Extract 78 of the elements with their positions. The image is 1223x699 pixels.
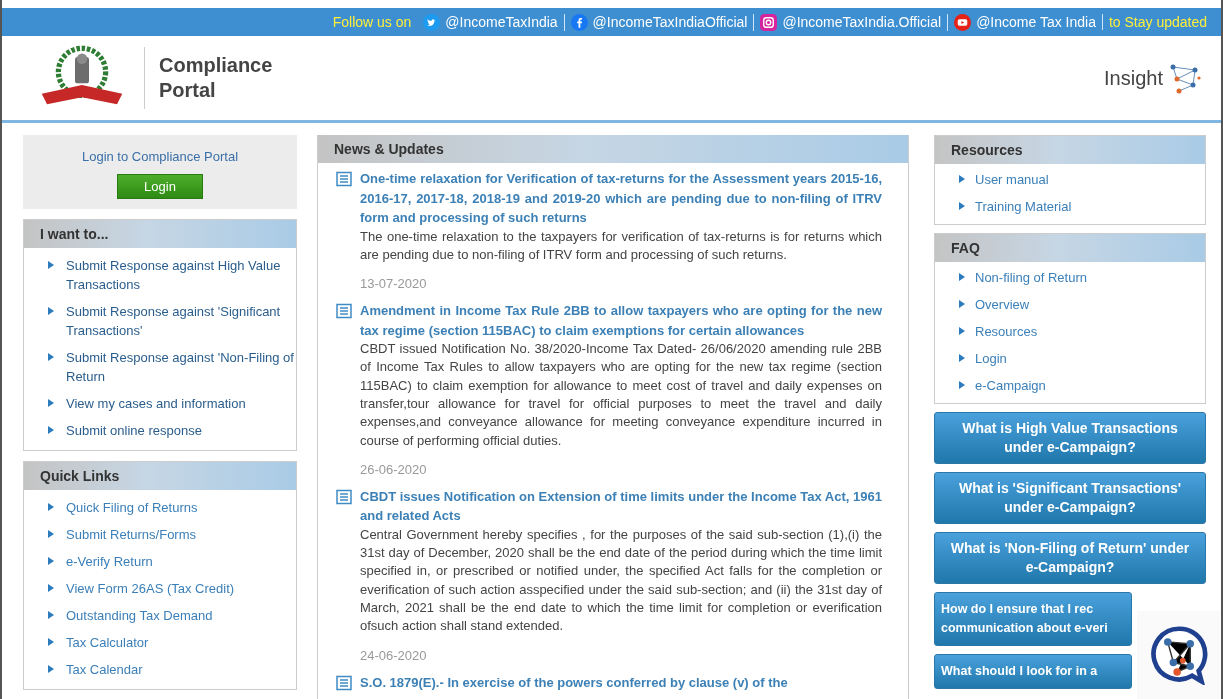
triangle-bullet-icon [959, 273, 965, 281]
news-headline[interactable]: S.O. 1879(E).- In exercise of the powers conferred by clause (v) of the [360, 672, 788, 693]
menu-link[interactable]: Submit online response [66, 421, 202, 440]
faq-link[interactable]: Non-filing of Return [975, 268, 1087, 287]
menu-link[interactable]: View my cases and information [66, 394, 246, 413]
triangle-bullet-icon [959, 327, 965, 335]
news-date: 13-07-2020 [360, 276, 428, 292]
triangle-bullet-icon [48, 584, 54, 592]
triangle-bullet-icon [959, 381, 965, 389]
stay-updated-label: to Stay updated [1101, 14, 1213, 30]
faq-link[interactable]: e-Campaign [975, 376, 1046, 395]
quick-link[interactable]: Quick Filing of Returns [66, 498, 198, 517]
quick-link[interactable]: Tax Calendar [66, 660, 143, 679]
faq-link[interactable]: Overview [975, 295, 1030, 314]
faq-link[interactable]: Login [975, 349, 1007, 368]
triangle-bullet-icon [48, 426, 54, 434]
quick-link[interactable]: Outstanding Tax Demand [66, 606, 213, 625]
triangle-bullet-icon [48, 638, 54, 646]
panel-heading: Quick Links [24, 462, 296, 490]
triangle-bullet-icon [959, 175, 965, 183]
resource-link[interactable]: User manual [975, 170, 1049, 189]
triangle-bullet-icon [959, 354, 965, 362]
news-summary: CBDT issued Notification No. 38/2020-Income Tax Dated- 26/06/2020 amending rule 2BB of Income Tax Rules to allow taxpayers who are opting for the new tax regime (section 115BAC) to claim exemption for allowance to meet cost of travel and daily expenses on transfer,tour allowance for travel for official purposes to meet the travel and daily expenses,and conveyance allowance for meeting conveyance expenditure incurred in course of performing official duties. [360, 340, 882, 450]
triangle-bullet-icon [48, 353, 54, 361]
document-icon [336, 171, 352, 187]
news-headline[interactable]: One-time relaxation for Verification of tax-returns for the Assessment years 2015-16, 2016-17, 2017-18, 2018-19 and 2019-20 which are pending due to non-filing of ITRV form and processing of such returns [360, 169, 882, 228]
triangle-bullet-icon [48, 307, 54, 315]
document-icon [336, 303, 352, 320]
triangle-bullet-icon [48, 665, 54, 673]
login-prompt: Login to Compliance Portal [81, 149, 239, 164]
triangle-bullet-icon [48, 611, 54, 619]
panel-heading: Resources [935, 136, 1205, 164]
quick-link[interactable]: Submit Returns/Forms [66, 525, 197, 544]
document-icon [336, 674, 352, 691]
news-date: 26-06-2020 [360, 461, 428, 477]
menu-link[interactable]: Submit Response against High Value Transactions [66, 256, 296, 294]
triangle-bullet-icon [959, 202, 965, 210]
menu-link[interactable]: Submit Response against 'Significant Transactions' [66, 302, 296, 340]
faq-question-button[interactable]: What is High Value Transactions under e-Campaign? [934, 412, 1206, 464]
follow-label: Follow us on [331, 14, 413, 30]
triangle-bullet-icon [48, 530, 54, 538]
triangle-bullet-icon [48, 557, 54, 565]
faq-question-button[interactable]: How do I ensure that I rec communication about e-veri [934, 592, 1132, 646]
chat-bubble-icon [1149, 625, 1209, 685]
faq-question-button[interactable]: What is 'Significant Transactions' under e-Campaign? [934, 472, 1206, 524]
social-link[interactable]: @IncomeTaxIndia.Official [753, 13, 948, 31]
document-icon [336, 488, 352, 505]
quick-link[interactable]: Tax Calculator [66, 633, 149, 652]
facebook-icon [570, 13, 588, 31]
social-link[interactable]: @IncomeTaxIndia [417, 13, 564, 31]
panel-heading: I want to... [24, 220, 296, 248]
faq-link[interactable]: Resources [975, 322, 1038, 341]
login-button[interactable]: Login [117, 174, 203, 199]
panel-heading: FAQ [935, 234, 1205, 262]
play-icon [954, 13, 972, 31]
news-headline[interactable]: CBDT issues Notification on Extension of time limits under the Income Tax Act, 1961 and related Acts [360, 486, 882, 526]
social-link[interactable]: @Income Tax India [947, 13, 1102, 31]
triangle-bullet-icon [48, 399, 54, 407]
quick-link[interactable]: View Form 26AS (Tax Credit) [66, 579, 235, 598]
news-date: 24-06-2020 [360, 647, 428, 663]
portal-title: Compliance Portal [159, 53, 274, 103]
chat-widget-button[interactable] [1137, 611, 1221, 699]
news-headline[interactable]: Amendment in Income Tax Rule 2BB to allow taxpayers who are opting for the new tax regime (section 115BAC) to claim exemptions for certain allowances [360, 301, 882, 341]
social-link[interactable]: @IncomeTaxIndiaOfficial [563, 13, 754, 31]
triangle-bullet-icon [48, 261, 54, 269]
menu-link[interactable]: Submit Response against 'Non-Filing of Return [66, 348, 296, 386]
panel-heading: News & Updates [318, 135, 908, 163]
news-summary: Central Government hereby specifies , for the purposes of the said sub-section (1),(i) the 31st day of December, 2020 shall be the end date of the period during which the time limit specified in, or prescribed or notified under, the specified Act falls for the completion or everification of such action asspecified under the said sub-section; and (ii) the 31st day of March, 2021 shall be the end date to which the time limit for completion or everification ofsuch action shall stand extended. [360, 525, 882, 636]
quick-link[interactable]: e-Verify Return [66, 552, 153, 571]
news-summary: The one-time relaxation to the taxpayers for verification of tax-returns is for returns which are pending due to non-filing of ITRV form and processing of such returns. [360, 227, 882, 264]
resource-link[interactable]: Training Material [975, 197, 1072, 216]
insight-logo-text: Insight [1104, 66, 1163, 90]
faq-question-button[interactable]: What should I look for in a [934, 654, 1132, 689]
triangle-bullet-icon [48, 503, 54, 511]
triangle-bullet-icon [959, 300, 965, 308]
faq-question-button[interactable]: What is 'Non-Filing of Return' under e-Campaign? [934, 532, 1206, 584]
camera-icon [760, 13, 778, 31]
bird-icon [423, 13, 441, 31]
